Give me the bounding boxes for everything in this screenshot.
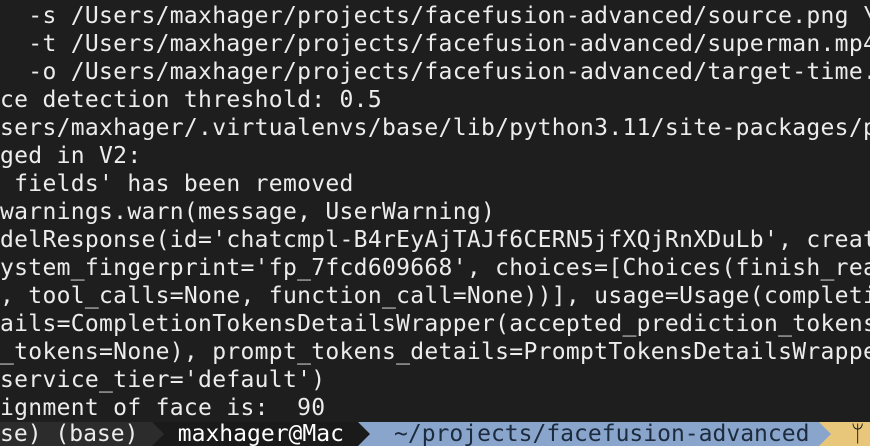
terminal-line: ignment of face is: 90 [0,395,326,421]
prompt-path-segment: ~/projects/facefusion-advanced [370,422,819,446]
terminal-line: warnings.warn(message, UserWarning) [0,199,496,225]
shell-prompt[interactable]: se) (base) maxhager@Mac ~/projects/facef… [0,422,870,446]
prompt-env-segment: se) (base) [0,422,152,446]
terminal-line: ged in V2: [0,143,142,169]
terminal-window[interactable]: -s /Users/maxhager/projects/facefusion-a… [0,0,870,446]
terminal-line: ystem_fingerprint='fp_7fcd609668', choic… [0,255,870,281]
terminal-line: ce detection threshold: 0.5 [0,87,382,113]
terminal-line: _tokens=None), prompt_tokens_details=Pro… [0,339,870,365]
terminal-line: , tool_calls=None, function_call=None))]… [0,283,870,309]
prompt-user-host: maxhager@Mac [163,422,359,446]
terminal-line: delResponse(id='chatcmpl-B4rEyAjTAJf6CER… [0,227,870,253]
git-branch-icon: ᛘ [830,422,870,446]
terminal-line: -t /Users/maxhager/projects/facefusion-a… [0,31,870,57]
terminal-line: sers/maxhager/.virtualenvs/base/lib/pyth… [0,115,870,141]
terminal-line: ails=CompletionTokensDetailsWrapper(acce… [0,311,870,337]
terminal-line: fields' has been removed [0,171,354,197]
terminal-line: service_tier='default') [0,367,326,393]
prompt-separator-icon [151,422,164,446]
terminal-line: -s /Users/maxhager/projects/facefusion-a… [0,3,870,29]
prompt-separator-icon [358,422,371,446]
terminal-line: -o /Users/maxhager/projects/facefusion-a… [0,59,870,85]
prompt-separator-icon [818,422,831,446]
